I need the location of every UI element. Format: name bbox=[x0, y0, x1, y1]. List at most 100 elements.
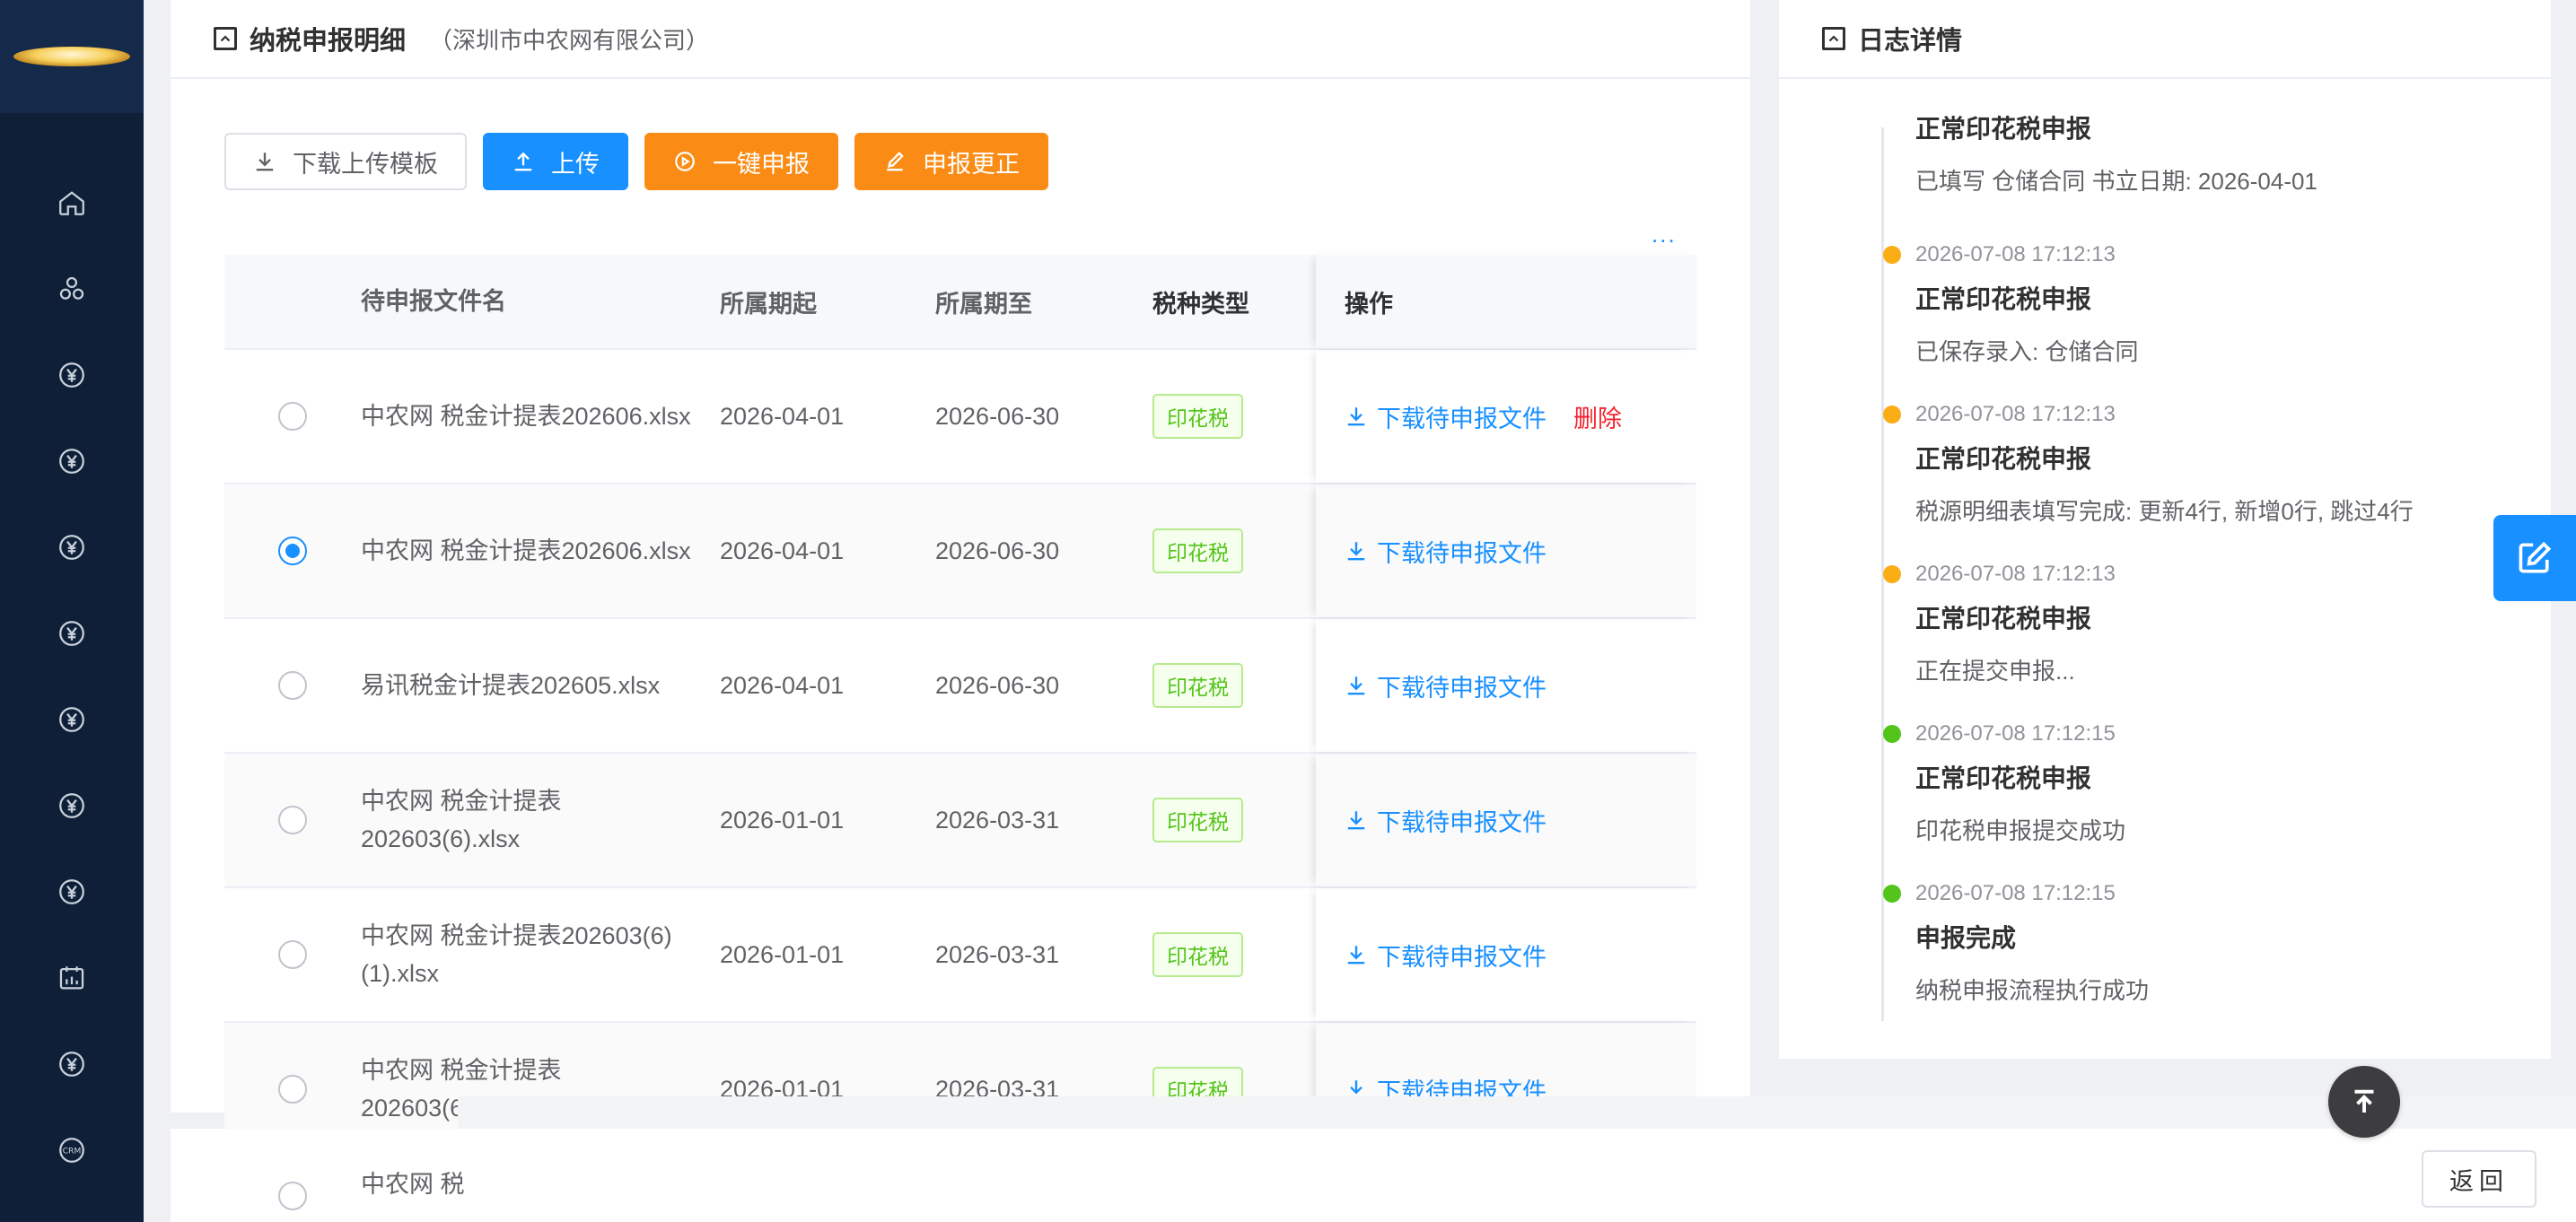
timeline-item: 2026-07-08 17:12:13 正常印花税申报 已保存录入: 仓储合同 bbox=[1883, 239, 2139, 367]
log-header: 日志详情 bbox=[1779, 0, 2551, 79]
period-start: 2026-01-01 bbox=[720, 806, 845, 834]
tax-type-tag: 印花税 bbox=[1152, 663, 1243, 708]
delete-link[interactable]: 删除 bbox=[1573, 399, 1622, 434]
tax-type-tag: 印花税 bbox=[1152, 798, 1243, 842]
log-card: 日志详情 正常印花税申报 已填写 仓储合同 书立日期: 2026-04-01 2… bbox=[1779, 0, 2551, 1059]
sidebar-item-report[interactable] bbox=[0, 935, 144, 1021]
logo[interactable] bbox=[0, 0, 144, 113]
apps-icon bbox=[59, 276, 84, 300]
collapse-toggle[interactable] bbox=[214, 27, 237, 50]
table-row[interactable]: 中农网 税金计提表202606.xlsx 2026-04-01 2026-06-… bbox=[224, 484, 1696, 619]
timeline-title: 正常印花税申报 bbox=[1915, 115, 2092, 143]
more-indicator[interactable]: ... bbox=[1652, 221, 1677, 249]
sidebar-item-tax-5[interactable] bbox=[0, 676, 144, 763]
sidebar-item-clipboard[interactable] bbox=[0, 1193, 144, 1222]
sidebar-item-tax-4[interactable] bbox=[0, 590, 144, 676]
col-header-start: 所属期起 bbox=[720, 290, 817, 318]
yuan-icon bbox=[59, 879, 84, 904]
sidebar-item-tax-6[interactable] bbox=[0, 763, 144, 849]
period-start: 2026-04-01 bbox=[720, 671, 845, 699]
card-header: 纳税申报明细 （深圳市中农网有限公司） bbox=[171, 0, 1750, 79]
sidebar-nav: CRM bbox=[0, 160, 144, 1222]
row-radio[interactable] bbox=[278, 671, 307, 700]
svg-text:CRM: CRM bbox=[63, 1147, 82, 1157]
row-radio[interactable] bbox=[278, 1182, 307, 1210]
tax-type-tag: 印花税 bbox=[1152, 932, 1243, 977]
yuan-icon bbox=[59, 621, 84, 646]
back-to-top-button[interactable] bbox=[2328, 1066, 2400, 1138]
timeline-desc: 税源明细表填写完成: 更新4行, 新增0行, 跳过4行 bbox=[1915, 498, 2414, 525]
sidebar-item-crm[interactable]: CRM bbox=[0, 1107, 144, 1193]
table-row[interactable]: 易讯税金计提表202605.xlsx 2026-04-01 2026-06-30… bbox=[224, 619, 1696, 754]
back-button[interactable]: 返回 bbox=[2422, 1150, 2537, 1208]
logo-mark bbox=[13, 47, 130, 66]
row-radio[interactable] bbox=[278, 940, 307, 969]
sidebar-item-apps[interactable] bbox=[0, 246, 144, 332]
table-row[interactable]: 中农网 税金计提表202603(6).xlsx 2026-01-01 2026-… bbox=[224, 754, 1696, 888]
timeline-dot bbox=[1883, 565, 1901, 583]
col-header-name: 待申报文件名 bbox=[361, 288, 506, 315]
row-radio[interactable] bbox=[278, 402, 307, 431]
period-end: 2026-03-31 bbox=[935, 940, 1060, 968]
download-icon bbox=[1347, 811, 1365, 830]
tax-type-tag: 印花税 bbox=[1152, 528, 1243, 573]
timeline-item: 2026-07-08 17:12:15 申报完成 纳税申报流程执行成功 bbox=[1883, 877, 2150, 1006]
row-radio[interactable] bbox=[278, 806, 307, 834]
download-icon bbox=[1347, 946, 1365, 965]
crm-icon: CRM bbox=[59, 1138, 84, 1163]
sidebar-item-tax-7[interactable] bbox=[0, 849, 144, 935]
file-name: 中农网 税金计提表202603(6).xlsx bbox=[361, 788, 562, 852]
row-radio[interactable] bbox=[278, 1075, 307, 1104]
sidebar-item-home[interactable] bbox=[0, 160, 144, 246]
download-file-link[interactable]: 下载待申报文件 bbox=[1345, 534, 1546, 569]
timeline-title: 正常印花税申报 bbox=[1915, 764, 2092, 792]
home-icon bbox=[59, 191, 84, 215]
footer-panel bbox=[458, 1129, 2576, 1222]
row-radio[interactable] bbox=[278, 537, 307, 565]
one-click-declare-button[interactable]: 一键申报 bbox=[644, 133, 838, 190]
timeline-time: 2026-07-08 17:12:13 bbox=[1915, 402, 2116, 426]
correct-declaration-label: 申报更正 bbox=[923, 150, 1020, 178]
timeline-title: 申报完成 bbox=[1915, 924, 2017, 952]
upload-icon bbox=[514, 152, 532, 171]
table-row[interactable]: 中农网 税金计提表202603(6) (1).xlsx 2026-01-01 2… bbox=[224, 888, 1696, 1023]
period-end: 2026-06-30 bbox=[935, 537, 1060, 564]
download-file-link[interactable]: 下载待申报文件 bbox=[1345, 803, 1546, 838]
download-file-link[interactable]: 下载待申报文件 bbox=[1345, 668, 1546, 703]
period-end: 2026-03-31 bbox=[935, 806, 1060, 834]
chevron-up-icon bbox=[220, 35, 231, 42]
download-icon bbox=[1347, 676, 1365, 695]
floating-edit-button[interactable] bbox=[2493, 515, 2576, 601]
sidebar-item-tax-8[interactable] bbox=[0, 1021, 144, 1107]
declaration-table: 待申报文件名 所属期起 所属期至 税种类型 操作 中农网 税金计提表202606… bbox=[224, 255, 1696, 1157]
log-collapse-toggle[interactable] bbox=[1822, 27, 1845, 50]
calendar-chart-icon bbox=[59, 966, 84, 990]
file-name: 易讯税金计提表202605.xlsx bbox=[361, 672, 661, 699]
timeline-desc: 已保存录入: 仓储合同 bbox=[1915, 338, 2139, 365]
sidebar: CRM bbox=[0, 0, 144, 1222]
timeline-title: 正常印花税申报 bbox=[1915, 285, 2092, 313]
play-circle-icon bbox=[675, 152, 695, 171]
log-title: 日志详情 bbox=[1858, 27, 1963, 56]
download-file-link[interactable]: 下载待申报文件 bbox=[1345, 399, 1546, 434]
toolbar: 下载上传模板 上传 一键申报 申报更正 bbox=[224, 133, 1048, 190]
table-row[interactable]: 中农网 税金计提表202606.xlsx 2026-04-01 2026-06-… bbox=[224, 350, 1696, 484]
download-template-button[interactable]: 下载上传模板 bbox=[224, 133, 467, 190]
period-start: 2026-01-01 bbox=[720, 940, 845, 968]
table-row-partial[interactable]: 中农网 税 bbox=[171, 1129, 476, 1222]
timeline-time: 2026-07-08 17:12:15 bbox=[1915, 721, 2116, 746]
edit-square-icon bbox=[2519, 541, 2552, 573]
timeline-desc: 纳税申报流程执行成功 bbox=[1915, 977, 2150, 1004]
declaration-card: 纳税申报明细 （深圳市中农网有限公司） 下载上传模板 上传 一键申报 申报更正 … bbox=[171, 0, 1750, 1157]
sidebar-item-tax-2[interactable] bbox=[0, 418, 144, 504]
sidebar-item-tax-3[interactable] bbox=[0, 504, 144, 590]
col-header-type: 税种类型 bbox=[1152, 290, 1249, 318]
sidebar-item-tax-1[interactable] bbox=[0, 332, 144, 418]
upload-button[interactable]: 上传 bbox=[483, 133, 628, 190]
download-file-link[interactable]: 下载待申报文件 bbox=[1345, 938, 1546, 973]
yuan-icon bbox=[59, 535, 84, 560]
file-name: 中农网 税金计提表202606.xlsx bbox=[361, 403, 691, 430]
yuan-icon bbox=[59, 449, 84, 474]
timeline-desc: 正在提交申报... bbox=[1915, 658, 2075, 685]
correct-declaration-button[interactable]: 申报更正 bbox=[854, 133, 1048, 190]
